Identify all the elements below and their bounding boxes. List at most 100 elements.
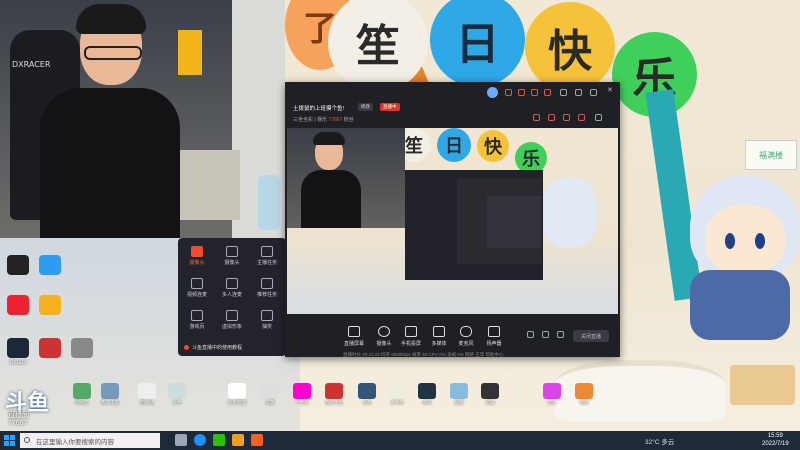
desktop-icon[interactable]: 视频 <box>572 383 596 406</box>
app-icon <box>39 295 61 315</box>
windows-start-icon[interactable] <box>4 435 15 446</box>
task-icon <box>261 246 273 257</box>
quick-item-game[interactable]: 游戏页 <box>180 306 214 332</box>
desktop-icon[interactable]: Steam <box>4 338 32 366</box>
tray-clock[interactable]: 15:59 2022/7/19 <box>762 432 789 448</box>
quick-item-video-link[interactable]: 视频连麦 <box>180 274 214 300</box>
desktop-icon-label: 截图 <box>454 400 464 405</box>
plush-face <box>705 205 785 275</box>
share-icon[interactable] <box>578 114 585 121</box>
room-number: 77667 <box>8 420 28 427</box>
preview-webcam <box>287 128 405 228</box>
tool-speaker[interactable]: 扬声器 <box>480 326 508 347</box>
desktop-icon[interactable] <box>68 338 96 360</box>
record-icon[interactable] <box>527 331 534 338</box>
quick-item-camera[interactable]: 摄像头 <box>180 242 214 268</box>
streamer-body <box>40 88 180 238</box>
desktop-icon[interactable]: 网易云 <box>70 383 94 406</box>
file-icon <box>71 338 93 358</box>
desktop-icon[interactable] <box>36 338 64 360</box>
sound-icon[interactable] <box>542 331 549 338</box>
clock-time: 15:59 <box>767 433 783 439</box>
tool-phone[interactable]: 手机投屏 <box>397 326 425 347</box>
desktop-icon-label: 网易云 <box>75 400 89 405</box>
browser-icon[interactable] <box>232 434 244 446</box>
close-icon[interactable]: ✕ <box>607 86 613 94</box>
desktop-icon[interactable]: 音乐 <box>540 383 564 406</box>
tissue-box <box>730 365 795 405</box>
quick-item-lottery[interactable]: 抽奖 <box>250 306 284 332</box>
stop-live-button[interactable]: 关闭直播 <box>573 330 609 342</box>
desktop-icon[interactable]: 文件夹 <box>385 383 409 406</box>
desktop-icon[interactable] <box>4 255 32 277</box>
gift-icon[interactable] <box>548 114 555 121</box>
desktop-icon-label: 个性化 <box>295 400 309 405</box>
stream-preview[interactable]: 笙 日 快 乐 <box>287 128 618 314</box>
douyu-app-icon[interactable] <box>251 434 263 446</box>
streamer-glasses <box>84 46 142 60</box>
notification-icon[interactable] <box>505 89 512 96</box>
tool-screen[interactable]: 直播屏幕 <box>340 326 368 347</box>
recursive-preview <box>405 170 543 280</box>
user-avatar[interactable] <box>487 87 498 98</box>
more-icon[interactable] <box>595 114 602 121</box>
edit-title-button[interactable]: 修改 <box>358 103 373 111</box>
desktop-icon[interactable]: 游戏 <box>415 383 439 406</box>
menu-icon[interactable] <box>575 89 582 96</box>
tool-mic[interactable]: 麦克风 <box>452 326 480 347</box>
quick-item-camera-2[interactable]: 摄像头 <box>215 242 249 268</box>
task-view-icon[interactable] <box>175 434 187 446</box>
shop-icon[interactable] <box>544 89 551 96</box>
gift-box-icon[interactable] <box>563 114 570 121</box>
desktop-icon[interactable]: 剪辑 <box>478 383 502 406</box>
lock-icon[interactable] <box>533 114 540 121</box>
desktop-icon[interactable]: 文件 <box>165 383 189 406</box>
desktop-icon[interactable]: 任务管理 <box>225 383 249 406</box>
wechat-icon[interactable] <box>213 434 225 446</box>
desktop-icon[interactable]: 截图 <box>447 383 471 406</box>
desktop-icon-label: 游戏 <box>422 400 432 405</box>
edge-icon[interactable] <box>194 434 206 446</box>
panel-notice[interactable]: 斗鱼直播中的使用教程 <box>192 344 242 351</box>
desktop-icon-label: 音乐 <box>547 400 557 405</box>
desktop-icon-label: 文件 <box>172 400 182 405</box>
quick-item-tasks[interactable]: 主播任务 <box>250 242 284 268</box>
webcam-feed: DXRACER <box>0 0 285 238</box>
desktop-icon-label: 直播伴侣 <box>325 400 343 405</box>
settings-icon <box>261 383 279 399</box>
quick-item-avatar[interactable]: 虚拟形象 <box>215 306 249 332</box>
room-meta-suffix: 粉丝 <box>343 117 354 123</box>
steam-icon <box>7 338 29 358</box>
desktop-icon[interactable]: 我的电脑 <box>98 383 122 406</box>
app-icon <box>39 255 61 275</box>
desktop-icon[interactable]: 回收站 <box>135 383 159 406</box>
desktop-icon[interactable]: 设备 <box>355 383 379 406</box>
system-tray-icons[interactable] <box>690 436 740 444</box>
desktop-icon[interactable]: 个性化 <box>290 383 314 406</box>
tray-weather[interactable]: 32°C 多云 <box>645 436 674 446</box>
desktop-icon[interactable] <box>36 255 64 277</box>
wall-poster <box>178 30 202 75</box>
desktop-icon[interactable]: 直播伴侣 <box>322 383 346 406</box>
message-icon[interactable] <box>518 89 525 96</box>
tool-media[interactable]: 多媒体 <box>425 326 453 347</box>
quick-item-label: 摄像头 <box>189 260 205 266</box>
mail-icon[interactable] <box>531 89 538 96</box>
settings-icon[interactable] <box>560 89 567 96</box>
plush-eye-right <box>755 233 765 249</box>
taskbar-search-input[interactable]: 在这里输入你要搜索的内容 <box>20 433 160 448</box>
desktop-icon[interactable]: 设置 <box>258 383 282 406</box>
tool-camera[interactable]: 摄像头 <box>370 326 398 347</box>
quick-item-multi-link[interactable]: 多人连麦 <box>215 274 249 300</box>
computer-icon <box>101 383 119 399</box>
desktop-icon[interactable] <box>36 295 64 317</box>
download-icon <box>226 278 238 289</box>
desktop-icon[interactable] <box>4 295 32 317</box>
quick-item-recommend[interactable]: 推荐任务 <box>250 274 284 300</box>
gear-icon[interactable] <box>557 331 564 338</box>
quick-item-label: 推荐任务 <box>256 292 277 298</box>
video-icon <box>191 278 203 289</box>
gift-icon <box>261 310 273 321</box>
viewer-count: 77667 <box>328 117 343 123</box>
minimize-icon[interactable] <box>590 89 597 96</box>
